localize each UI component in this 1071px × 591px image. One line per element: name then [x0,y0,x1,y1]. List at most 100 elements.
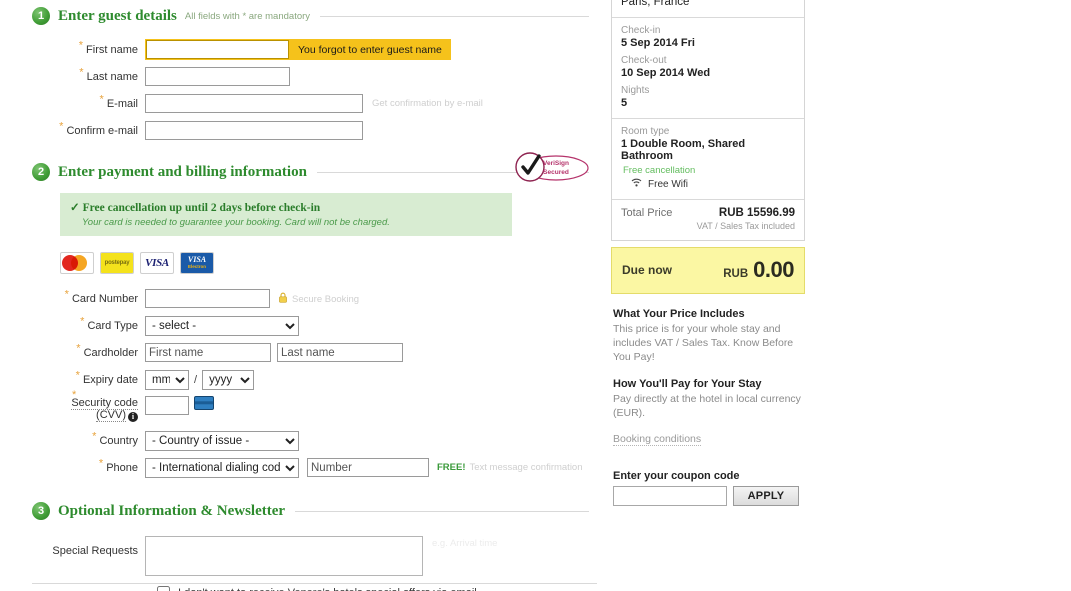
checkin-label: Check-in [621,25,661,36]
section-header-guest-details: 1 Enter guest details All fields with * … [32,5,597,27]
required-asterisk: * [98,456,104,469]
required-asterisk: * [75,368,80,381]
expiry-year-select[interactable]: yyyy [202,369,255,390]
nights-label: Nights [621,85,650,96]
visa-icon: VISA [140,252,174,274]
confirm-email-label-text: Confirm e-mail [66,124,138,137]
required-asterisk: * [64,287,69,300]
price-includes-text: This price is for your whole stay and in… [613,323,794,363]
phone-label-text: Phone [106,461,138,474]
how-pay-text: Pay directly at the hotel in local curre… [613,393,801,419]
svg-text:VeriSign: VeriSign [543,160,569,167]
required-asterisk: * [99,92,104,105]
header-divider [295,510,589,512]
verisign-secured-badge: VeriSign Secured [512,150,590,184]
cardholder-last-name-input[interactable] [277,343,403,362]
svg-text:Secured: Secured [543,169,569,176]
booking-conditions-link[interactable]: Booking conditions [613,433,702,446]
info-icon[interactable]: i [128,412,138,422]
wifi-label: Free Wifi [648,178,688,190]
phone-number-input[interactable] [307,458,429,477]
confirm-email-input[interactable] [145,121,363,140]
required-asterisk: * [59,119,64,132]
due-now-amount: RUB 0.00 [723,257,794,283]
card-number-input[interactable] [145,289,270,308]
cardholder-first-name-input[interactable] [145,343,271,362]
email-hint: Get confirmation by e-mail [372,98,483,109]
security-code-row: * Security code (CVV) i [0,390,605,424]
first-name-label-text: First name [86,43,138,56]
email-label: * E-mail [0,93,145,110]
special-requests-label: Special Requests [52,545,138,557]
phone-row: * Phone - International dialing code - F… [0,457,605,478]
expiry-date-row: * Expiry date mm / yyyy [0,369,605,390]
apply-coupon-button[interactable]: APPLY [733,486,799,506]
first-name-input[interactable] [146,40,289,59]
mastercard-icon [60,252,94,274]
how-pay-block: How You'll Pay for Your Stay Pay directl… [611,378,805,446]
summary-box: Paris, France Check-in 5 Sep 2014 Fri Ch… [611,0,805,241]
security-code-label-text2: (CVV) [96,409,126,422]
booking-form-column: 1 Enter guest details All fields with * … [0,0,605,591]
postepay-icon: postepay [100,252,134,274]
email-input[interactable] [145,94,363,113]
cardholder-row: * Cardholder [0,342,605,363]
accepted-card-logos: postepay VISA VISA Electron [60,252,605,274]
security-code-input[interactable] [145,396,189,415]
hotel-location: Paris, France [621,0,690,8]
phone-hint: Text message confirmation [469,462,583,473]
required-asterisk: * [78,38,83,51]
visa-electron-sub: Electron [187,264,206,270]
summary-location-section: Paris, France [612,0,804,18]
phone-free-tag: FREE! [437,462,466,473]
visa-label: VISA [145,257,169,269]
summary-total-section: Total Price RUB 15596.99 VAT / Sales Tax… [612,200,804,240]
header-divider [320,15,589,17]
price-includes-title: What Your Price Includes [613,308,745,320]
cancellation-banner-subtitle: Your card is needed to guarantee your bo… [82,217,390,228]
step-badge-1: 1 [32,7,50,25]
last-name-input[interactable] [145,67,290,86]
country-select[interactable]: - Country of issue - [145,430,299,451]
coupon-title: Enter your coupon code [613,470,740,482]
guest-details-fields: * First name You forgot to enter guest n… [0,39,605,141]
postepay-label: postepay [101,253,133,273]
expiry-month-select[interactable]: mm [145,369,189,390]
special-requests-textarea[interactable] [145,536,423,576]
secure-booking-hint: Secure Booking [278,292,359,305]
newsletter-opt-out-row: I don't want to receive Venere's hotels … [157,586,605,591]
coupon-code-input[interactable] [613,486,727,506]
due-now-value: 0.00 [753,257,794,282]
card-type-label-text: Card Type [87,319,138,332]
cardholder-label-text: Cardholder [83,346,138,359]
last-name-label: * Last name [0,66,145,82]
summary-room-section: Room type 1 Double Room, Shared Bathroom… [612,119,804,200]
card-type-label: * Card Type [0,315,145,332]
phone-label: * Phone [0,457,145,474]
card-type-select[interactable]: - select - [145,315,299,336]
checkin-value: 5 Sep 2014 Fri [621,37,695,49]
expiry-separator: / [194,373,198,386]
visa-electron-icon: VISA Electron [180,252,214,274]
check-icon: ✓ [70,202,80,214]
how-pay-title: How You'll Pay for Your Stay [613,378,762,390]
first-name-label: * First name [0,39,145,56]
coupon-row: APPLY [613,486,805,506]
due-now-label: Due now [622,263,672,277]
total-price-label: Total Price [621,207,673,219]
country-label: * Country [0,430,145,446]
newsletter-opt-out-label[interactable]: I don't want to receive Venere's hotels … [178,587,477,591]
cancellation-title-text: Free cancellation up until 2 days before… [82,202,321,214]
checkout-label: Check-out [621,55,667,66]
last-name-row: * Last name [0,66,605,87]
lock-icon [278,292,288,303]
card-number-label: * Card Number [0,288,145,304]
first-name-error-message: You forgot to enter guest name [298,43,442,56]
email-label-text: E-mail [106,97,138,110]
room-wifi-row: Free Wifi [631,178,795,190]
required-asterisk: * [79,65,84,78]
bottom-divider [32,583,597,584]
newsletter-opt-out-checkbox[interactable] [157,586,170,591]
country-row: * Country - Country of issue - [0,430,605,451]
phone-dialing-code-select[interactable]: - International dialing code - [145,457,299,478]
